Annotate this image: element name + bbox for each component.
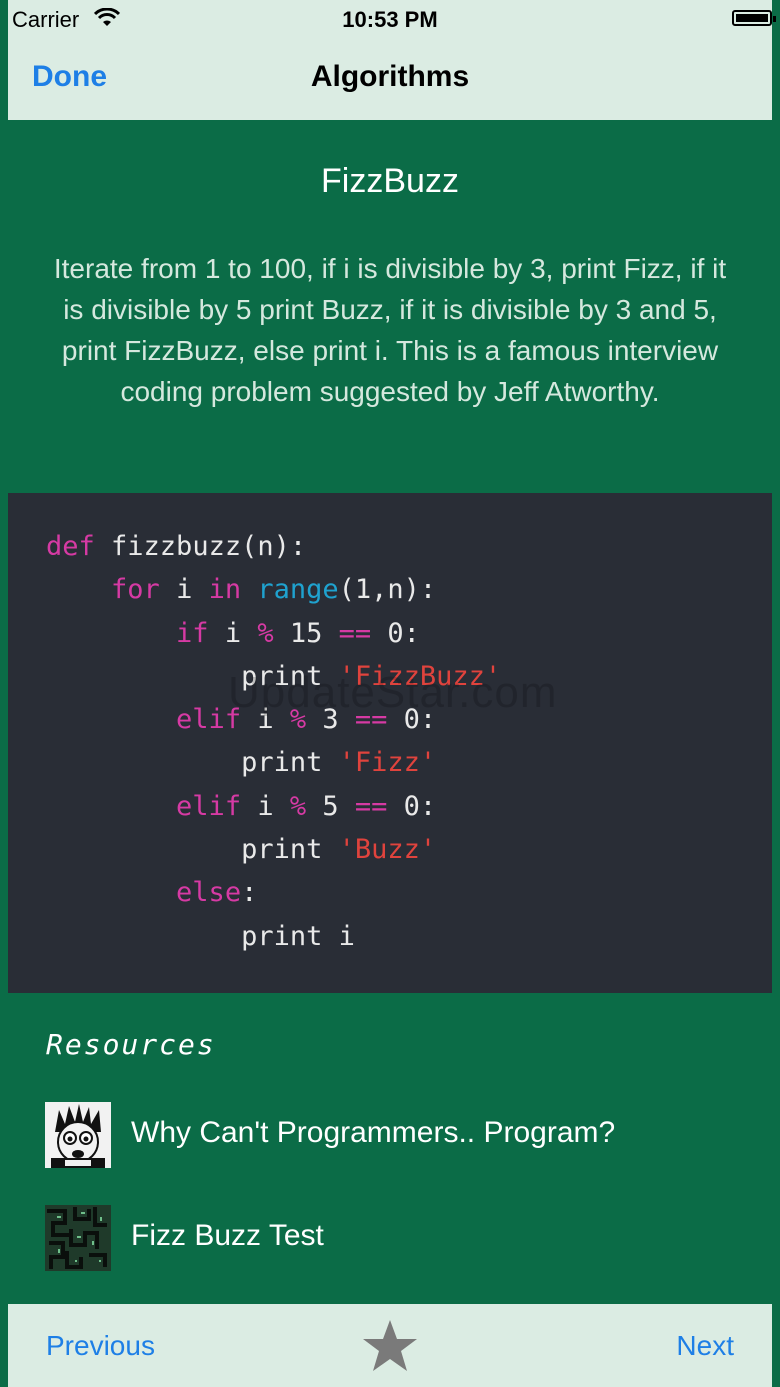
resource-label: Why Can't Programmers.. Program?	[131, 1116, 616, 1149]
star-icon[interactable]	[361, 1318, 419, 1374]
code-block: def fizzbuzz(n): for i in range(1,n): if…	[8, 493, 772, 993]
next-button[interactable]: Next	[676, 1330, 734, 1362]
pattern-tile-icon	[45, 1205, 111, 1271]
code-text: def fizzbuzz(n): for i in range(1,n): if…	[46, 531, 502, 952]
navigation-bar: Carrier 10:53 PM Done Algorithms	[8, 0, 776, 120]
bottom-toolbar: Previous Next	[8, 1304, 772, 1387]
resource-label: Fizz Buzz Test	[131, 1219, 324, 1252]
nav-title: Algorithms	[310, 60, 470, 93]
status-bar: Carrier 10:53 PM	[8, 0, 776, 40]
resource-link-fizz-buzz-test[interactable]: Fizz Buzz Test	[45, 1205, 772, 1271]
problem-description: Iterate from 1 to 100, if i is divisible…	[53, 253, 727, 407]
problem-title: FizzBuzz	[321, 162, 459, 200]
clock: 10:53 PM	[342, 7, 438, 32]
cartoon-face-icon	[45, 1102, 111, 1168]
previous-button[interactable]: Previous	[46, 1330, 155, 1362]
app-frame: Carrier 10:53 PM Done Algorithms FizzBuz…	[8, 0, 776, 1387]
battery-icon	[732, 10, 776, 26]
resources-heading: Resources	[46, 1028, 216, 1061]
resource-link-why-cant-programmers[interactable]: Why Can't Programmers.. Program?	[45, 1102, 772, 1168]
